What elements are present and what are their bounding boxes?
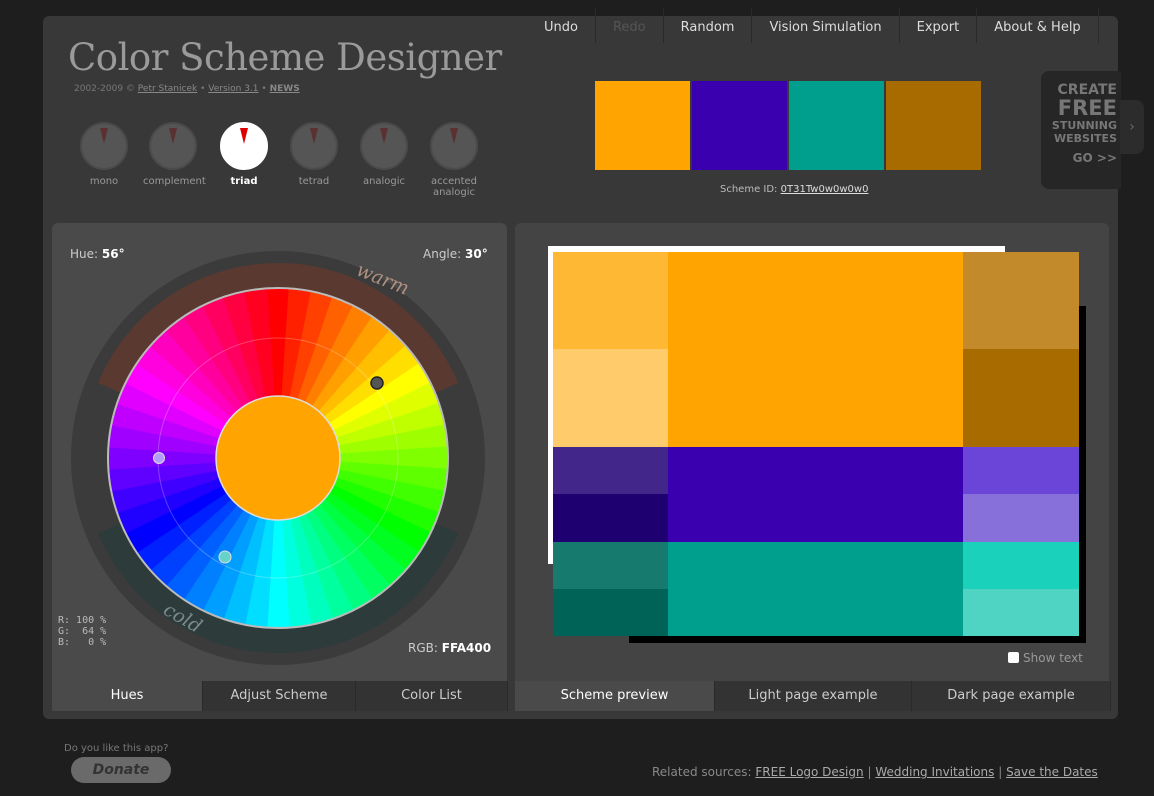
tertiary-light-swatch[interactable] bbox=[963, 542, 1079, 589]
right-tabs: Scheme preview Light page example Dark p… bbox=[515, 681, 1111, 711]
tertiary-lighter-swatch[interactable] bbox=[963, 589, 1079, 636]
rgb-percentages: R: 100 % G: 64 % B: 0 % bbox=[58, 615, 107, 648]
primary-darker-swatch[interactable] bbox=[963, 349, 1079, 447]
secondary-lighter-swatch[interactable] bbox=[963, 494, 1079, 542]
tab-color-list[interactable]: Color List bbox=[356, 681, 508, 711]
related-sources: Related sources: FREE Logo Design | Wedd… bbox=[652, 765, 1098, 779]
tertiary-dark-swatch[interactable] bbox=[553, 542, 668, 589]
secondary-hue-handle[interactable] bbox=[153, 452, 165, 464]
tertiary-darker-swatch[interactable] bbox=[553, 589, 668, 636]
show-text-checkbox[interactable] bbox=[1008, 652, 1019, 663]
tertiary-hue-handle[interactable] bbox=[218, 550, 232, 564]
save-the-dates-link[interactable]: Save the Dates bbox=[1006, 765, 1098, 779]
tab-dark-page-example[interactable]: Dark page example bbox=[912, 681, 1111, 711]
tab-scheme-preview[interactable]: Scheme preview bbox=[515, 681, 715, 711]
rgb-hex-readout: RGB: FFA400 bbox=[408, 641, 492, 655]
donate-button[interactable]: Donate bbox=[71, 757, 171, 783]
wedding-invitations-link[interactable]: Wedding Invitations bbox=[875, 765, 994, 779]
primary-light-swatch[interactable] bbox=[553, 252, 668, 349]
secondary-base-swatch[interactable] bbox=[668, 447, 963, 542]
tertiary-base-swatch[interactable] bbox=[668, 542, 963, 636]
primary-base-swatch[interactable] bbox=[668, 252, 963, 447]
selected-color-disc bbox=[215, 395, 341, 521]
show-text-toggle[interactable]: Show text bbox=[1008, 651, 1083, 665]
tab-hues[interactable]: Hues bbox=[52, 681, 203, 711]
primary-lighter-swatch[interactable] bbox=[553, 349, 668, 447]
tab-light-page-example[interactable]: Light page example bbox=[715, 681, 912, 711]
secondary-dark-swatch[interactable] bbox=[553, 447, 668, 494]
donate-question: Do you like this app? bbox=[64, 743, 169, 754]
tab-adjust-scheme[interactable]: Adjust Scheme bbox=[203, 681, 356, 711]
left-tabs: Hues Adjust Scheme Color List bbox=[52, 681, 508, 711]
logo-design-link[interactable]: FREE Logo Design bbox=[755, 765, 863, 779]
primary-hue-handle[interactable] bbox=[370, 376, 384, 390]
primary-dark-swatch[interactable] bbox=[963, 252, 1079, 349]
secondary-light-swatch[interactable] bbox=[963, 447, 1079, 494]
secondary-darker-swatch[interactable] bbox=[553, 494, 668, 542]
